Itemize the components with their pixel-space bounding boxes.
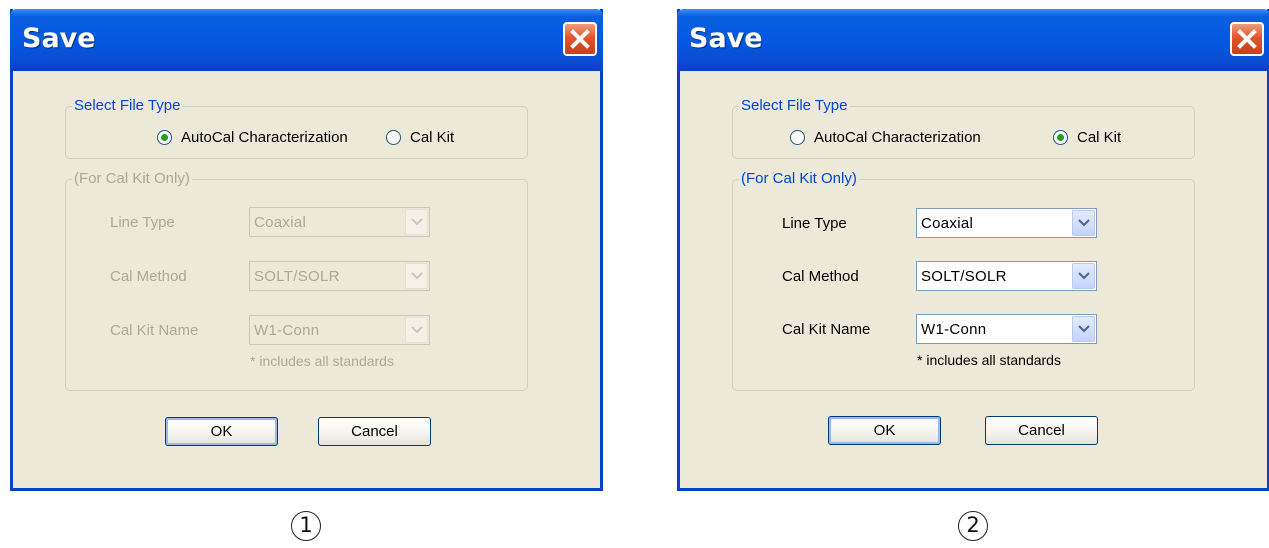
cancel-button[interactable]: Cancel <box>985 416 1098 445</box>
line-type-select[interactable]: Coaxial <box>249 207 430 237</box>
select-file-type-legend: Select File Type <box>72 97 183 114</box>
cal-kit-name-value: W1-Conn <box>921 321 987 338</box>
dialog-title: Save <box>689 23 763 54</box>
line-type-value: Coaxial <box>921 215 974 232</box>
dialog-title: Save <box>22 23 96 54</box>
dropdown-button[interactable] <box>405 317 428 343</box>
line-type-label: Line Type <box>110 214 175 231</box>
dropdown-button[interactable] <box>1072 316 1095 342</box>
chevron-down-icon <box>1077 272 1090 280</box>
cal-kit-legend: (For Cal Kit Only) <box>72 170 192 187</box>
radio-cal-kit[interactable]: Cal Kit <box>386 129 454 146</box>
cal-kit-name-value: W1-Conn <box>254 322 320 339</box>
radio-indicator-checked <box>157 130 172 145</box>
close-icon <box>1237 29 1257 49</box>
radio-label: AutoCal Characterization <box>181 129 348 146</box>
cal-method-select[interactable]: SOLT/SOLR <box>916 261 1097 291</box>
line-type-select[interactable]: Coaxial <box>916 208 1097 238</box>
radio-autocal-characterization[interactable]: AutoCal Characterization <box>157 129 348 146</box>
radio-label: AutoCal Characterization <box>814 129 981 146</box>
cal-kit-name-select[interactable]: W1-Conn <box>249 315 430 345</box>
close-button[interactable] <box>563 22 597 56</box>
chevron-down-icon <box>410 326 423 334</box>
cal-kit-legend: (For Cal Kit Only) <box>739 170 859 187</box>
chevron-down-icon <box>410 218 423 226</box>
dropdown-button[interactable] <box>1072 210 1095 236</box>
figure-caption-number: 2 <box>958 511 988 541</box>
radio-indicator-checked <box>1053 130 1068 145</box>
select-file-type-group: Select File Type AutoCal Characterizatio… <box>732 97 1195 159</box>
save-dialog-cal-kit: Save Select File Type AutoCal Characteri… <box>677 9 1269 491</box>
radio-indicator <box>790 130 805 145</box>
select-file-type-group: Select File Type AutoCal Characterizatio… <box>65 97 528 159</box>
figure-caption-number: 1 <box>291 511 321 541</box>
cal-kit-group: (For Cal Kit Only) Line Type Coaxial Cal… <box>732 170 1195 391</box>
cal-method-value: SOLT/SOLR <box>254 268 340 285</box>
title-bar[interactable]: Save <box>10 9 603 71</box>
cal-method-select[interactable]: SOLT/SOLR <box>249 261 430 291</box>
line-type-value: Coaxial <box>254 214 307 231</box>
chevron-down-icon <box>1077 325 1090 333</box>
cancel-button[interactable]: Cancel <box>318 417 431 446</box>
radio-label: Cal Kit <box>410 129 455 146</box>
chevron-down-icon <box>1077 219 1090 227</box>
cal-method-value: SOLT/SOLR <box>921 268 1007 285</box>
includes-all-standards-note: * includes all standards <box>250 353 394 369</box>
dropdown-button[interactable] <box>405 263 428 289</box>
chevron-down-icon <box>410 272 423 280</box>
close-icon <box>570 29 590 49</box>
ok-button[interactable]: OK <box>828 416 941 445</box>
select-file-type-legend: Select File Type <box>739 97 850 114</box>
ok-button[interactable]: OK <box>165 417 278 446</box>
radio-label: Cal Kit <box>1077 129 1122 146</box>
cal-kit-name-label: Cal Kit Name <box>110 322 199 339</box>
line-type-label: Line Type <box>782 215 847 232</box>
radio-cal-kit[interactable]: Cal Kit <box>1053 129 1121 146</box>
close-button[interactable] <box>1230 22 1264 56</box>
includes-all-standards-note: * includes all standards <box>917 352 1061 368</box>
dropdown-button[interactable] <box>405 209 428 235</box>
radio-indicator <box>386 130 401 145</box>
radio-autocal-characterization[interactable]: AutoCal Characterization <box>790 129 981 146</box>
cal-kit-group: (For Cal Kit Only) Line Type Coaxial Cal… <box>65 170 528 391</box>
cal-kit-name-select[interactable]: W1-Conn <box>916 314 1097 344</box>
title-bar[interactable]: Save <box>677 9 1269 71</box>
cal-method-label: Cal Method <box>782 268 859 285</box>
cal-method-label: Cal Method <box>110 268 187 285</box>
dropdown-button[interactable] <box>1072 263 1095 289</box>
cal-kit-name-label: Cal Kit Name <box>782 321 871 338</box>
save-dialog-autocal: Save Select File Type AutoCal Characteri… <box>10 9 603 491</box>
